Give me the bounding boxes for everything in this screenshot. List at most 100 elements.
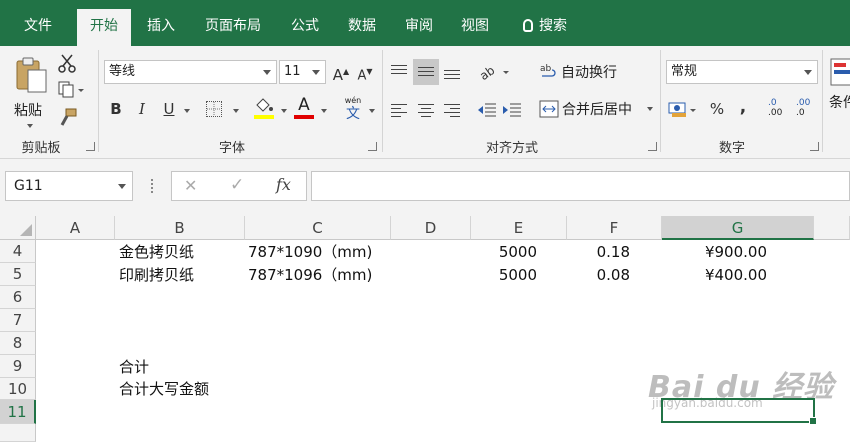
bold-button[interactable]: B [106,97,126,121]
copy-icon[interactable] [58,81,86,99]
cut-icon[interactable] [58,53,76,73]
column-header-c[interactable]: C [245,216,391,240]
select-all-corner[interactable] [0,216,36,240]
borders-dropdown-icon[interactable] [233,109,239,113]
increase-indent-icon[interactable] [502,102,522,118]
tab-data[interactable]: 数据 [339,9,385,46]
chevron-down-icon [804,70,812,75]
cell-b9[interactable]: 合计 [119,356,149,378]
cell-g4[interactable]: ¥900.00 [662,241,767,263]
column-header-a[interactable]: A [36,216,115,240]
underline-button[interactable]: U [158,97,180,121]
decrease-decimal-button[interactable]: .00 .0 [796,98,818,122]
tab-home[interactable]: 开始 [77,9,131,46]
align-center-icon[interactable] [418,104,434,118]
cell-f4[interactable]: 0.18 [567,241,630,263]
search-label: 搜索 [539,18,567,34]
row-header-5[interactable]: 5 [0,263,36,286]
align-right-icon[interactable] [444,104,460,118]
fill-color-dropdown-icon[interactable] [281,109,287,113]
phonetic-guide-button[interactable]: wén 文 [340,96,366,124]
borders-icon [207,102,221,116]
tab-view[interactable]: 视图 [452,9,498,46]
font-size-combo[interactable]: 11 [279,60,326,84]
align-middle-button[interactable] [413,59,439,85]
row-header-8[interactable]: 8 [0,332,36,355]
decrease-indent-icon[interactable] [477,102,497,118]
insert-function-icon[interactable]: fx [276,175,291,194]
increase-decimal-target: .00 [768,108,783,118]
number-format-combo[interactable]: 常规 [666,60,818,84]
cancel-icon[interactable]: ✕ [184,176,197,195]
align-left-icon[interactable] [391,104,407,118]
font-color-swatch [294,115,314,119]
tab-file[interactable]: 文件 [10,9,66,46]
row-header-11[interactable]: 11 [0,400,36,424]
cell-b10[interactable]: 合计大写金额 [119,378,209,400]
alignment-launcher-icon[interactable] [648,142,657,151]
italic-button[interactable]: I [132,97,152,121]
wrap-text-button[interactable]: ab 自动换行 [538,60,628,84]
cell-e5[interactable]: 5000 [471,264,537,286]
row-header-10[interactable]: 10 [0,378,36,400]
column-header-h[interactable] [814,216,850,240]
orientation-icon[interactable]: ab [477,62,511,82]
font-launcher-icon[interactable] [368,142,377,151]
row-header-12[interactable] [0,424,36,442]
font-name-combo[interactable]: 等线 [104,60,277,84]
tab-review[interactable]: 审阅 [396,9,442,46]
conditional-formatting-button[interactable]: 条件 [826,56,850,136]
cell-b4[interactable]: 金色拷贝纸 [119,241,194,263]
row-header-7[interactable]: 7 [0,309,36,332]
shrink-font-button[interactable]: A▼ [355,60,375,84]
paste-button[interactable]: 粘贴 [10,54,50,132]
increase-decimal-button[interactable]: .0 .00 [768,98,790,122]
cell-e4[interactable]: 5000 [471,241,537,263]
tab-formulas[interactable]: 公式 [282,9,328,46]
percent-button[interactable]: % [706,97,728,121]
column-header-e[interactable]: E [471,216,567,240]
cell-g5[interactable]: ¥400.00 [662,264,767,286]
row-header-6[interactable]: 6 [0,286,36,309]
phonetic-dropdown-icon[interactable] [369,109,375,113]
formula-input[interactable] [311,171,850,201]
tab-insert[interactable]: 插入 [138,9,184,46]
column-header-g[interactable]: G [662,216,814,240]
column-header-b[interactable]: B [115,216,245,240]
align-top-icon[interactable] [391,65,407,79]
tell-me-search[interactable]: 搜索 [512,9,578,46]
fill-color-button[interactable] [253,97,277,121]
group-separator [98,50,99,152]
accounting-format-icon[interactable] [668,100,698,120]
phonetic-pinyin-label: wén [344,96,362,105]
format-painter-icon[interactable] [58,108,78,128]
cell-f5[interactable]: 0.08 [567,264,630,286]
enter-icon[interactable]: ✓ [230,175,244,195]
align-bottom-icon[interactable] [444,70,460,84]
merge-center-button[interactable]: 合并后居中 [538,97,656,121]
row-header-4[interactable]: 4 [0,240,36,263]
name-box[interactable]: G11 [5,171,133,201]
cell-b5[interactable]: 印刷拷贝纸 [119,264,194,286]
tab-page-layout[interactable]: 页面布局 [196,9,270,46]
comma-style-button[interactable]: , [734,95,752,119]
ribbon-tab-bar: 文件 开始 插入 页面布局 公式 数据 审阅 视图 搜索 [0,0,850,46]
row-header-9[interactable]: 9 [0,355,36,378]
underline-dropdown-icon[interactable] [184,109,190,113]
cell-c4[interactable]: 787*1090（mm) [248,241,372,263]
cell-c5[interactable]: 787*1096（mm) [248,264,372,286]
formula-bar-grip-icon[interactable] [151,179,156,193]
active-cell-g11[interactable] [661,398,817,425]
chevron-down-icon [312,70,320,75]
fill-handle[interactable] [809,417,817,425]
column-header-f[interactable]: F [567,216,662,240]
fill-color-swatch [254,115,274,119]
wrap-text-icon: ab [540,64,556,77]
clipboard-launcher-icon[interactable] [86,142,95,151]
number-launcher-icon[interactable] [810,142,819,151]
grow-font-button[interactable]: A▲ [331,60,351,84]
borders-button[interactable] [206,101,222,117]
column-header-d[interactable]: D [391,216,471,240]
font-color-button[interactable]: A [292,95,316,121]
font-color-dropdown-icon[interactable] [321,109,327,113]
